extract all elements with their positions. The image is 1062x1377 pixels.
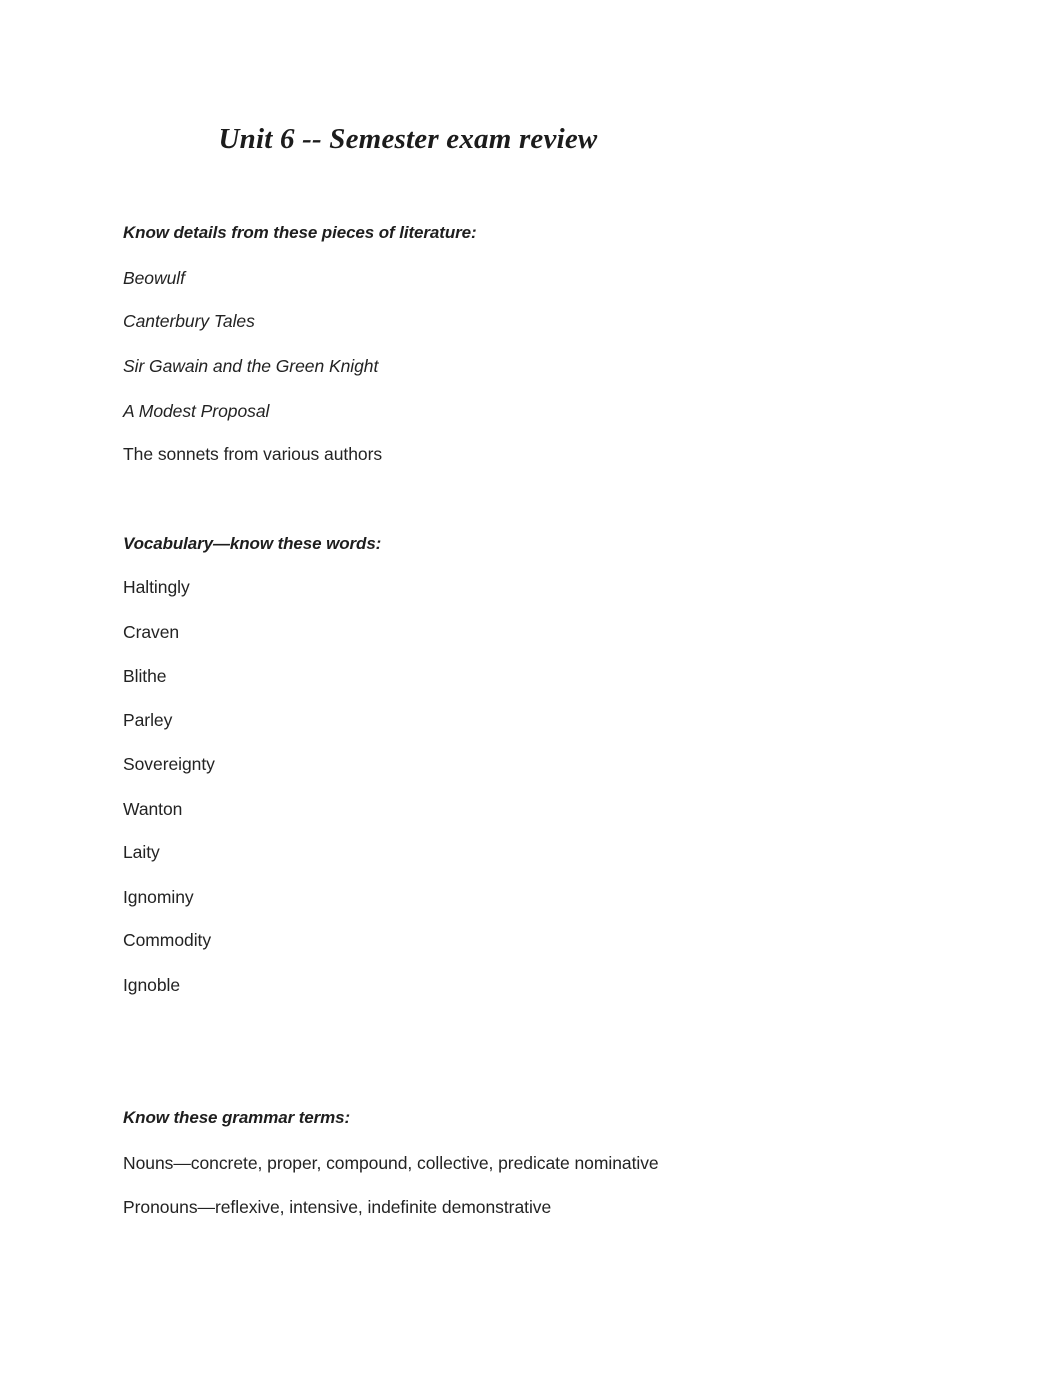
literature-item: Canterbury Tales — [123, 311, 255, 331]
grammar-item: Pronouns—reflexive, intensive, indefinit… — [123, 1197, 552, 1217]
vocabulary-item: Commodity — [123, 930, 212, 950]
literature-item: Sir Gawain and the Green Knight — [123, 356, 379, 376]
vocabulary-item: Parley — [123, 710, 173, 730]
literature-item: Beowulf — [123, 268, 185, 288]
vocabulary-item: Wanton — [123, 799, 183, 819]
section-heading-literature: Know details from these pieces of litera… — [123, 223, 477, 242]
section-heading-vocabulary: Vocabulary—know these words: — [123, 534, 382, 553]
literature-item: The sonnets from various authors — [123, 444, 383, 464]
vocabulary-item: Haltingly — [123, 577, 190, 597]
vocabulary-item: Ignominy — [123, 887, 194, 907]
document-page: Unit 6 -- Semester exam review Know deta… — [0, 0, 1062, 1377]
grammar-item: Nouns—concrete, proper, compound, collec… — [123, 1153, 659, 1173]
section-heading-grammar: Know these grammar terms: — [123, 1108, 351, 1127]
vocabulary-item: Craven — [123, 622, 180, 642]
page-title: Unit 6 -- Semester exam review — [218, 123, 598, 155]
vocabulary-item: Blithe — [123, 666, 167, 686]
literature-item: A Modest Proposal — [123, 401, 270, 421]
vocabulary-item: Laity — [123, 842, 160, 862]
vocabulary-item: Ignoble — [123, 975, 181, 995]
vocabulary-item: Sovereignty — [123, 754, 215, 774]
